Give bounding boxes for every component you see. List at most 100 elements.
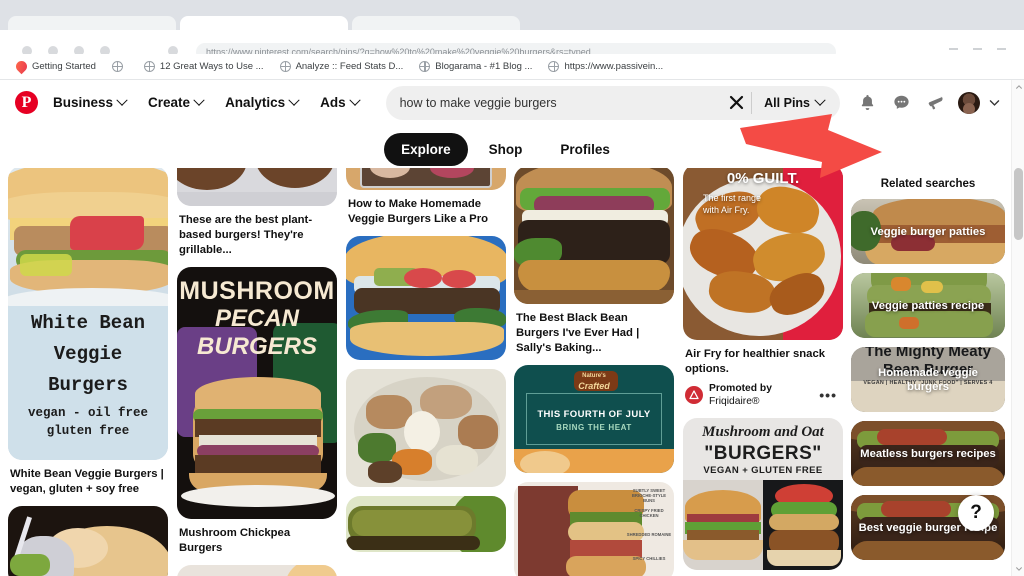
browser-tab[interactable]	[180, 16, 348, 30]
pin-image[interactable]: Nature's Crafted THIS FOURTH OF JULY BRI…	[514, 364, 674, 473]
pin-card[interactable]: Mushroom and Oat "BURGERS" VEGAN + GLUTE…	[683, 417, 843, 570]
pin-overlay-line: Nature's	[582, 372, 606, 379]
pin-title: White Bean Veggie Burgers | vegan, glute…	[10, 468, 164, 495]
nav-business[interactable]: Business	[42, 88, 137, 117]
tab-shop[interactable]: Shop	[472, 133, 540, 166]
pin-image[interactable]: White Bean Veggie Burgers vegan - oil fr…	[8, 168, 168, 460]
related-search-card[interactable]: Veggie burger patties	[851, 199, 1005, 264]
avatar[interactable]	[958, 91, 980, 114]
pin-card[interactable]	[8, 505, 168, 576]
advertiser-logo-icon	[685, 386, 703, 405]
pin-column: These are the best plant-based burgers! …	[177, 168, 337, 576]
pin-card[interactable]	[177, 564, 337, 576]
bookmark-item[interactable]: 12 Great Ways to Use ...	[136, 57, 272, 77]
pin-grid[interactable]: White Bean Veggie Burgers vegan - oil fr…	[0, 168, 845, 576]
home-icon[interactable]	[100, 46, 110, 54]
pin-overlay-line: SHREDDED ROMAINE	[626, 531, 672, 537]
browser-tab-strip[interactable]	[0, 0, 1024, 30]
pin-overlay-line: The first range	[703, 193, 762, 203]
pin-image[interactable]: 0% GUILT. The first range with Air Fry.	[683, 168, 843, 340]
pin-image[interactable]	[514, 168, 674, 304]
related-search-card[interactable]: Veggie patties recipe	[851, 273, 1005, 338]
pin-card[interactable]: MUSHROOM PECAN BURGERS Mushroom Chickpea…	[177, 266, 337, 556]
related-search-label: Veggie burger patties	[870, 225, 986, 238]
chevron-down-icon	[116, 94, 128, 106]
bookmark-item[interactable]: Getting Started	[8, 57, 104, 77]
globe-icon	[111, 61, 123, 72]
bookmarks-bar[interactable]: Getting Started 12 Great Ways to Use ...…	[0, 54, 1024, 80]
chat-icon[interactable]	[886, 88, 916, 118]
bookmark-label: Analyze :: Feed Stats D...	[295, 61, 404, 72]
pin-image[interactable]	[346, 495, 506, 552]
pin-overlay-line: PECAN BURGERS	[196, 304, 317, 360]
pin-image[interactable]	[346, 368, 506, 487]
pin-card[interactable]: White Bean Veggie Burgers vegan - oil fr…	[8, 168, 168, 497]
pin-image[interactable]	[177, 564, 337, 576]
bookmark-item[interactable]: https://www.passivein...	[540, 57, 671, 77]
pin-card[interactable]: Nature's Crafted THIS FOURTH OF JULY BRI…	[514, 364, 674, 473]
back-icon[interactable]	[22, 46, 32, 54]
pin-overflow-menu-icon[interactable]: •••	[819, 387, 841, 403]
window-maximize-button[interactable]	[973, 48, 982, 50]
address-bar[interactable]: https://www.pinterest.com/search/pins/?q…	[196, 43, 836, 54]
promoted-row[interactable]: Promoted by Friqidaire® •••	[683, 382, 843, 409]
menu-icon[interactable]	[168, 46, 178, 54]
pin-card[interactable]	[346, 235, 506, 360]
related-search-card[interactable]: The Mighty Meaty Bean Burger VEGAN | HEA…	[851, 347, 1005, 412]
pin-column: White Bean Veggie Burgers vegan - oil fr…	[8, 168, 168, 576]
chevron-up-icon[interactable]	[1012, 80, 1024, 94]
pin-overlay-line: SPICY CHILLIES	[632, 555, 666, 561]
search-input[interactable]	[399, 95, 722, 110]
pin-overlay-line: VEGAN + GLUTEN FREE	[703, 464, 823, 476]
forward-icon[interactable]	[48, 46, 58, 54]
pin-card[interactable]: SUBTLY SWEET BRIOCHE-STYLE BUNS CRISPY F…	[514, 481, 674, 576]
chevron-down-icon	[814, 94, 826, 106]
chevron-down-icon	[193, 94, 205, 106]
window-close-button[interactable]	[997, 48, 1006, 50]
nav-create[interactable]: Create	[137, 88, 214, 117]
pin-image[interactable]	[346, 168, 506, 190]
pin-image[interactable]: MUSHROOM PECAN BURGERS	[177, 266, 337, 519]
pin-card[interactable]	[346, 495, 506, 552]
tab-explore[interactable]: Explore	[384, 132, 468, 166]
bookmark-item[interactable]: Blogarama - #1 Blog ...	[411, 57, 540, 77]
related-search-card[interactable]: Meatless burgers recipes	[851, 421, 1005, 486]
chevron-down-icon[interactable]	[985, 94, 1003, 112]
pin-card[interactable]: 0% GUILT. The first range with Air Fry. …	[683, 168, 843, 409]
nav-analytics[interactable]: Analytics	[214, 88, 309, 117]
pin-title: These are the best plant-based burgers! …	[179, 214, 313, 256]
browser-tab[interactable]	[8, 16, 176, 30]
pin-card[interactable]: The Best Black Bean Burgers I've Ever Ha…	[514, 168, 674, 356]
chevron-down-icon[interactable]	[1012, 562, 1024, 576]
bookmark-item[interactable]	[104, 57, 136, 77]
browser-toolbar[interactable]: https://www.pinterest.com/search/pins/?q…	[0, 30, 1024, 54]
page-scrollbar[interactable]	[1011, 80, 1024, 576]
nav-ads[interactable]: Ads	[309, 88, 370, 117]
pin-overlay-line: Veggie	[53, 343, 123, 365]
megaphone-icon[interactable]	[920, 88, 950, 118]
pin-image[interactable]	[346, 235, 506, 360]
pin-image[interactable]	[8, 505, 168, 576]
nav-ads-label: Ads	[320, 95, 346, 110]
nav-analytics-label: Analytics	[225, 95, 286, 110]
pin-card[interactable]: These are the best plant-based burgers! …	[177, 168, 337, 258]
chevron-down-icon	[348, 94, 361, 106]
pin-overlay-line: White Bean	[30, 312, 146, 334]
pin-title: How to Make Homemade Veggie Burgers Like…	[348, 198, 489, 225]
browser-tab[interactable]	[352, 16, 520, 30]
reload-icon[interactable]	[74, 46, 84, 54]
pin-image[interactable]: SUBTLY SWEET BRIOCHE-STYLE BUNS CRISPY F…	[514, 481, 674, 576]
tab-profiles[interactable]: Profiles	[543, 133, 627, 166]
help-button[interactable]: ?	[958, 495, 994, 531]
pin-image[interactable]: Mushroom and Oat "BURGERS" VEGAN + GLUTE…	[683, 417, 843, 570]
window-minimize-button[interactable]	[949, 48, 958, 50]
related-poster-line: The Mighty Meaty	[865, 347, 991, 360]
bookmark-item[interactable]: Analyze :: Feed Stats D...	[272, 57, 412, 77]
related-search-label: Veggie patties recipe	[871, 299, 985, 312]
pin-card[interactable]	[346, 368, 506, 487]
pin-image[interactable]	[177, 168, 337, 206]
scrollbar-thumb[interactable]	[1014, 168, 1023, 240]
red-right-arrow-annotation	[736, 112, 886, 180]
pinterest-logo-icon[interactable]: P	[15, 91, 38, 114]
pin-card[interactable]: How to Make Homemade Veggie Burgers Like…	[346, 168, 506, 227]
